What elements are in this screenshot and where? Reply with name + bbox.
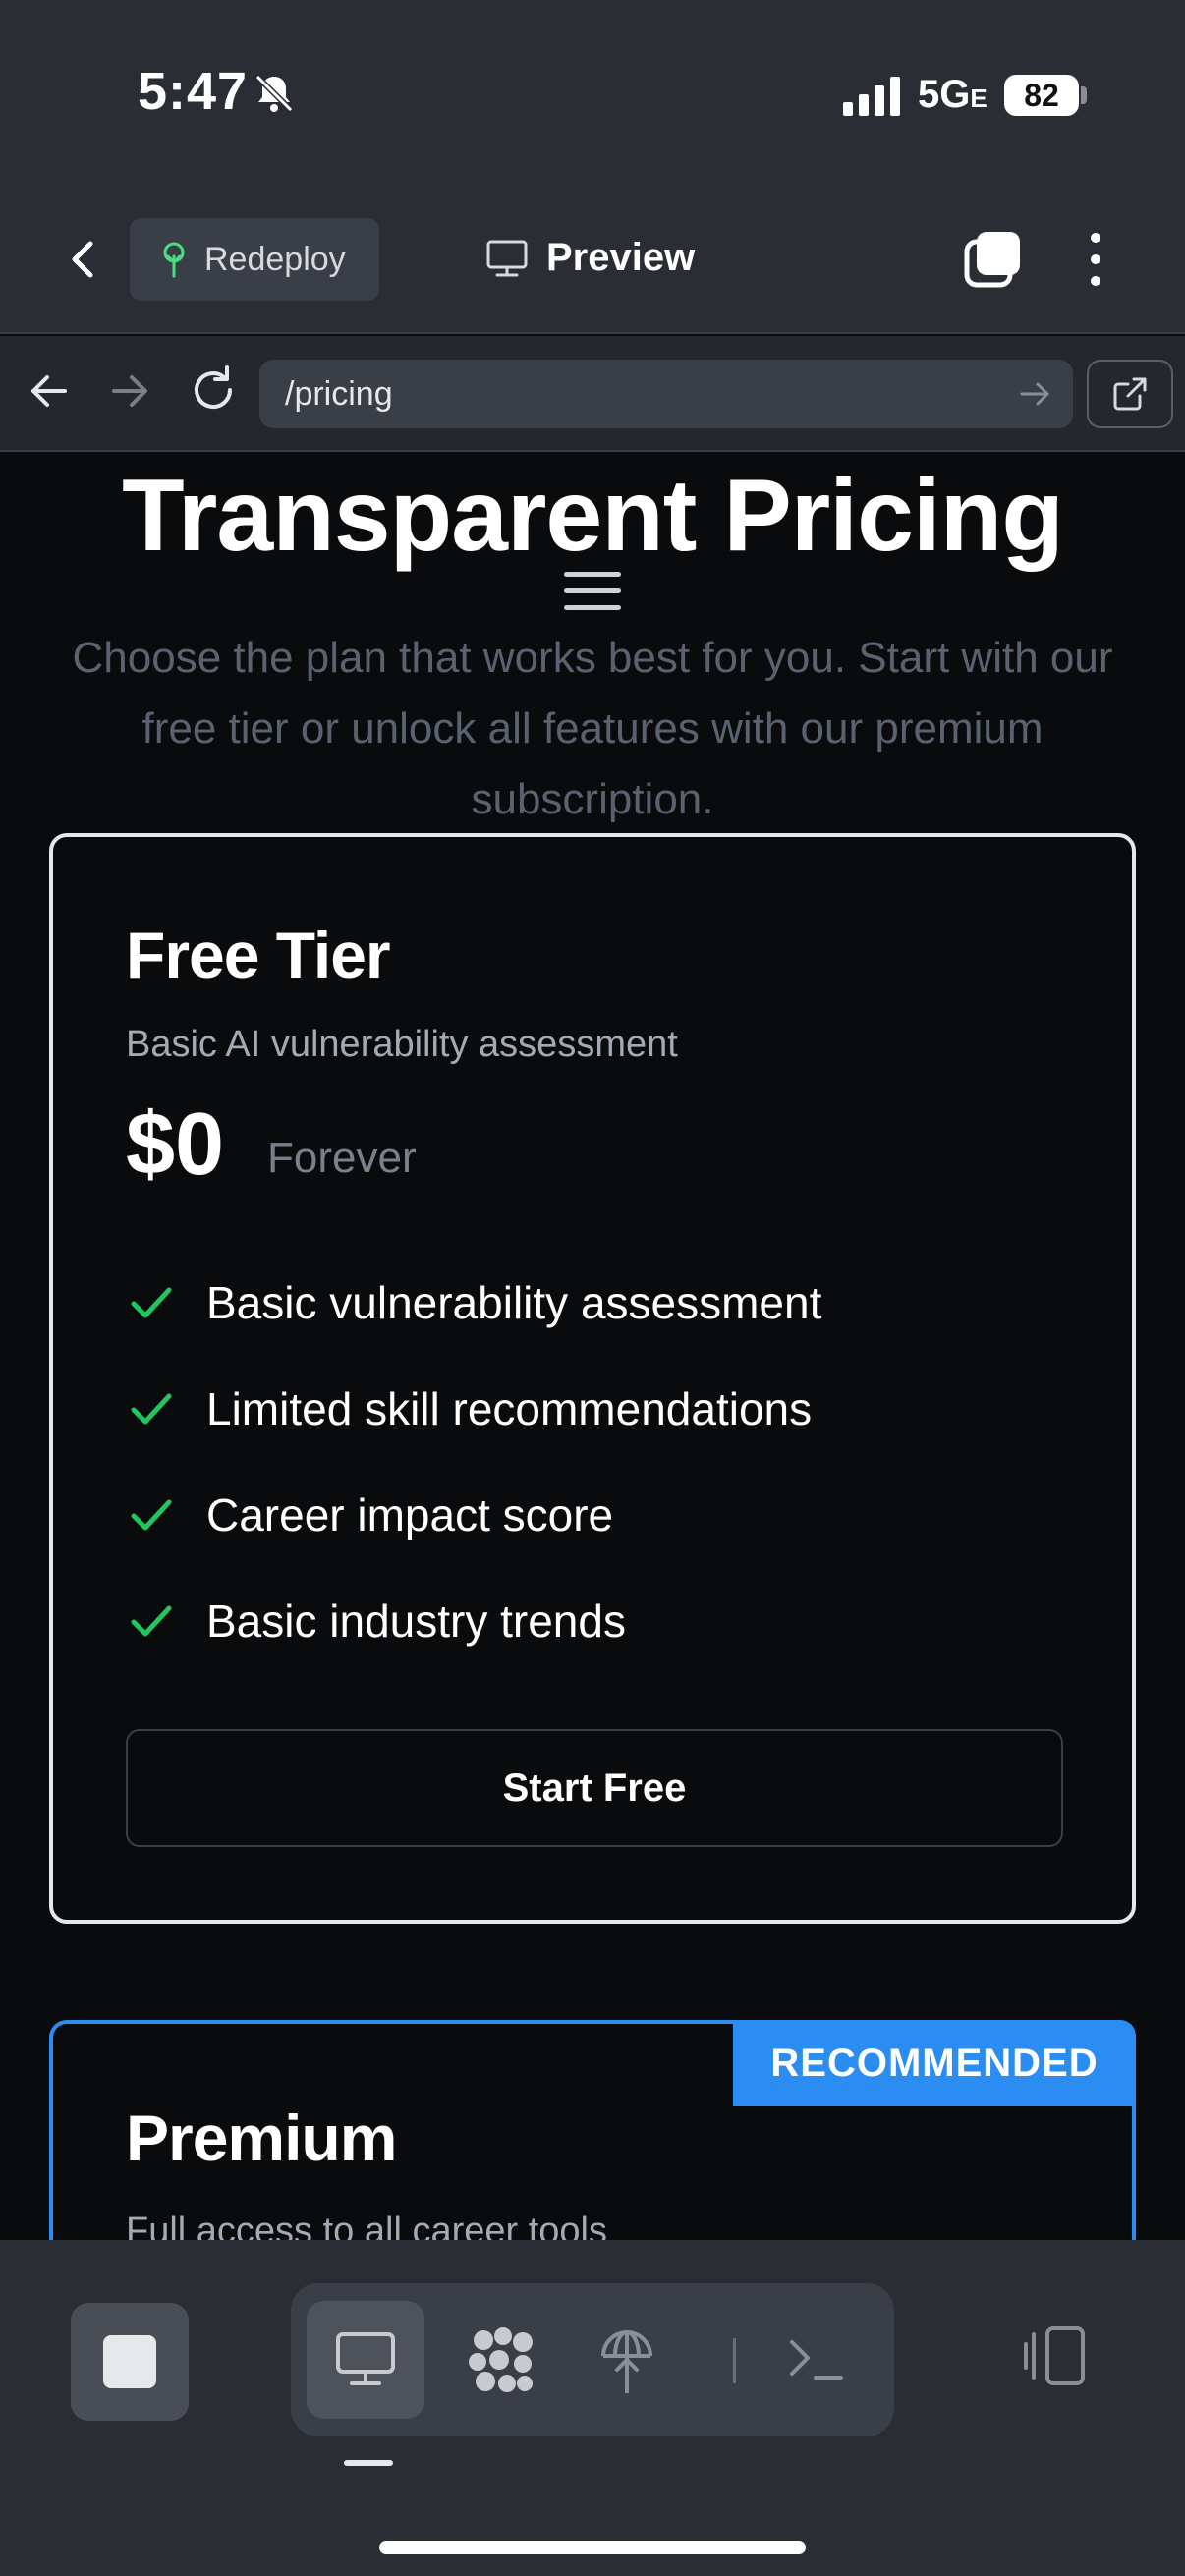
plan-card-free: Free Tier Basic AI vulnerability assessm… [49,833,1136,1924]
menu-icon[interactable] [564,572,621,617]
tool-terminal[interactable] [757,2301,875,2419]
page-subtitle: Choose the plan that works best for you.… [72,634,1113,823]
preview-tab[interactable]: Preview [485,236,695,280]
open-external-button[interactable] [1087,360,1173,428]
redeploy-button[interactable]: Redeploy [130,218,379,301]
monitor-icon [336,2332,395,2385]
feature-text: Career impact score [206,1489,614,1540]
battery-indicator: 82 [1004,75,1079,116]
feature-text: Limited skill recommendations [206,1383,813,1434]
bottom-toolbar [0,2240,1185,2576]
active-tab-indicator [344,2460,393,2466]
battery-cap [1081,86,1087,104]
tool-cluster[interactable] [442,2301,560,2419]
panel-toggle-icon[interactable] [1020,2321,1091,2391]
feature-list: Basic vulnerability assessment Limited s… [126,1250,1069,1674]
plan-name: Premium [126,2101,397,2174]
deploy-icon [601,2330,652,2393]
arrow-right-small-icon[interactable] [1016,375,1053,413]
stop-button[interactable] [71,2303,189,2421]
url-bar [0,336,1185,452]
terminal-icon [790,2340,843,2380]
check-icon [131,1605,172,1637]
url-input[interactable] [259,360,1073,428]
check-icon [131,1287,172,1318]
tool-deploy[interactable] [568,2301,686,2419]
feature-text: Basic vulnerability assessment [206,1277,822,1328]
external-link-icon [1113,377,1147,411]
plan-card-premium: RECOMMENDED Premium Full access to all c… [49,2020,1136,2240]
chevron-left-icon[interactable] [57,232,112,287]
stop-icon [103,2335,156,2388]
feature-item: Limited skill recommendations [126,1356,1069,1462]
plan-price: $0 [126,1095,225,1194]
plan-description: Full access to all career tools [126,2211,607,2240]
recommended-badge: RECOMMENDED [733,2020,1136,2106]
tabs-icon[interactable] [961,228,1024,291]
status-time: 5:47 [138,62,249,121]
monitor-icon [486,240,528,276]
feature-item: Basic vulnerability assessment [126,1250,1069,1356]
more-vertical-icon[interactable] [1081,228,1110,291]
preview-label: Preview [546,236,696,279]
page-title: Transparent Pricing [122,459,1064,573]
check-icon [131,1499,172,1531]
arrow-left-icon[interactable] [22,364,77,419]
cluster-icon [469,2327,533,2392]
feature-item: Basic industry trends [126,1568,1069,1674]
network-type: 5GE [918,73,988,116]
sprout-icon [163,242,185,278]
toolbar-divider [733,2338,736,2383]
tool-group [291,2283,894,2436]
start-free-button[interactable]: Start Free [126,1729,1063,1847]
tool-preview[interactable] [307,2301,424,2419]
pricing-page: Transparent Pricing Choose the plan that… [0,454,1185,2240]
plan-name: Free Tier [126,919,391,991]
app-toolbar: Redeploy Preview [0,196,1185,334]
plan-period: Forever [267,1134,417,1182]
arrow-right-icon[interactable] [102,364,157,419]
redeploy-label: Redeploy [204,240,346,278]
check-icon [131,1393,172,1425]
bell-slash-icon [254,74,294,113]
plan-description: Basic AI vulnerability assessment [126,1024,678,1065]
home-indicator [379,2541,806,2554]
reload-icon[interactable] [185,362,242,419]
feature-item: Career impact score [126,1462,1069,1568]
status-bar: 5:47 5GE 82 [0,0,1185,196]
feature-text: Basic industry trends [206,1596,626,1647]
signal-icon [843,77,900,116]
